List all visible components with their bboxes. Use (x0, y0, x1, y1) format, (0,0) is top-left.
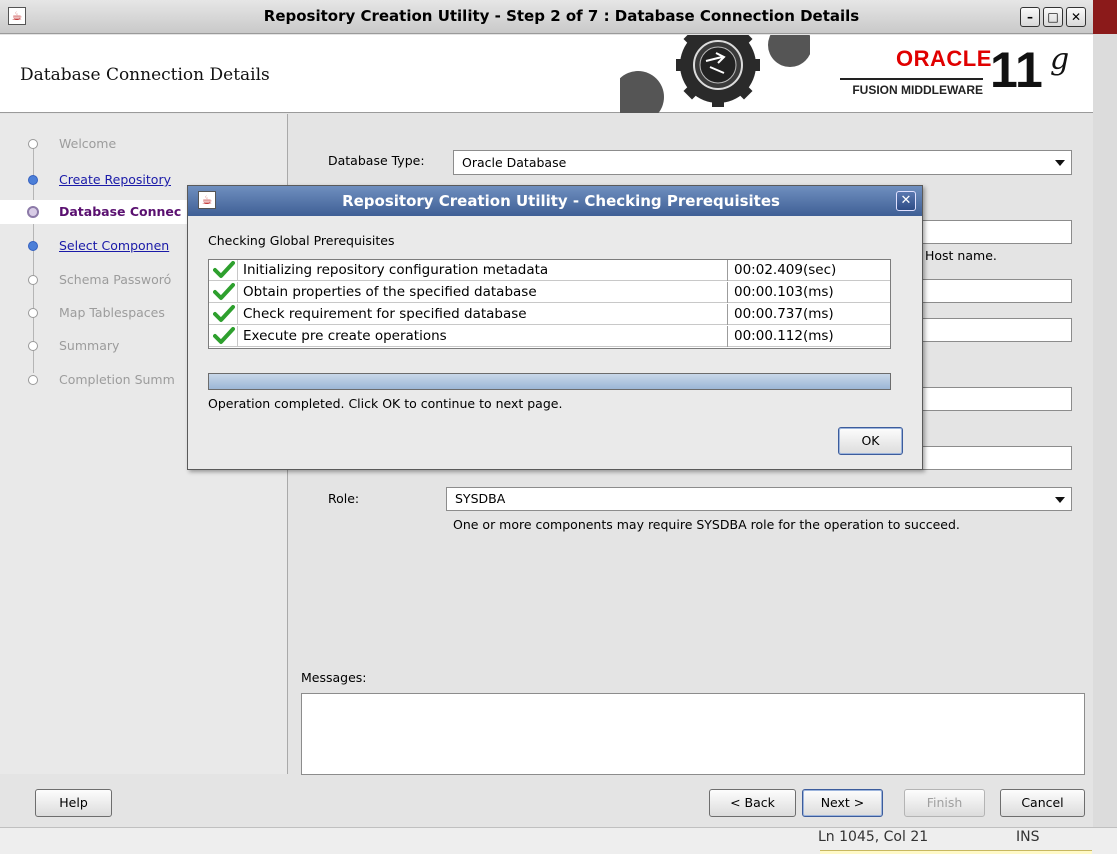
messages-area[interactable] (301, 693, 1085, 775)
nav-step-welcome[interactable]: Welcome (0, 132, 288, 156)
version-suffix: g (1050, 42, 1070, 77)
dialog-close-button[interactable]: ✕ (896, 191, 916, 211)
window-titlebar[interactable]: ☕ Repository Creation Utility - Step 2 o… (0, 0, 1093, 34)
oracle-fusion-logo: ORACLE FUSION MIDDLEWARE 11 g (840, 42, 1075, 107)
step-status-icon (28, 341, 38, 351)
column-divider (237, 304, 238, 325)
host-hint-text: Host name. (925, 248, 997, 263)
page-title: Database Connection Details (20, 65, 270, 85)
help-button[interactable]: Help (35, 789, 112, 817)
prerequisites-table: Initializing repository configuration me… (208, 259, 891, 349)
fusion-middleware-text: FUSION MIDDLEWARE (840, 78, 983, 97)
tooltip-strip (820, 850, 1092, 854)
next-button[interactable]: Next > (802, 789, 883, 817)
maximize-button[interactable]: □ (1043, 7, 1063, 27)
cursor-position: Ln 1045, Col 21 (818, 829, 929, 845)
step-status-icon (28, 308, 38, 318)
nav-step-label: Welcome (59, 136, 117, 151)
step-status-icon (28, 241, 38, 251)
database-type-dropdown[interactable]: Oracle Database (453, 150, 1072, 175)
table-row[interactable]: Obtain properties of the specified datab… (209, 282, 890, 303)
chevron-down-icon (1055, 497, 1065, 503)
dialog-title: Repository Creation Utility - Checking P… (342, 192, 780, 210)
password-field[interactable] (920, 446, 1072, 470)
table-row[interactable]: Execute pre create operations 00:00.112(… (209, 326, 890, 347)
finish-button[interactable]: Finish (904, 789, 985, 817)
operation-status-text: Operation completed. Click OK to continu… (208, 396, 563, 411)
step-status-icon (28, 139, 38, 149)
background-window-strip (1093, 0, 1117, 854)
task-name: Obtain properties of the specified datab… (243, 284, 537, 300)
host-field[interactable] (920, 220, 1072, 244)
chevron-down-icon (1055, 160, 1065, 166)
table-row[interactable]: Initializing repository configuration me… (209, 260, 890, 281)
nav-step-label: Summary (59, 338, 120, 353)
column-divider (237, 260, 238, 281)
column-divider (727, 304, 728, 325)
ok-button[interactable]: OK (838, 427, 903, 455)
check-icon (213, 261, 235, 278)
nav-step-label: Schema Passworó (59, 272, 172, 287)
check-icon (213, 283, 235, 300)
java-app-icon: ☕ (198, 191, 216, 209)
check-icon (213, 305, 235, 322)
dialog-titlebar[interactable]: ☕ Repository Creation Utility - Checking… (188, 186, 922, 216)
table-row[interactable]: Check requirement for specified database… (209, 304, 890, 325)
role-value: SYSDBA (455, 491, 506, 506)
messages-label: Messages: (301, 670, 367, 685)
step-status-icon (28, 375, 38, 385)
column-divider (237, 282, 238, 303)
nav-step-label: Create Repository (59, 172, 171, 187)
nav-step-label: Database Connec (59, 204, 182, 219)
column-divider (727, 326, 728, 347)
task-time: 00:02.409(sec) (734, 262, 837, 278)
column-divider (237, 326, 238, 347)
minimize-button[interactable]: – (1020, 7, 1040, 27)
column-divider (727, 260, 728, 281)
database-type-label: Database Type: (328, 153, 425, 168)
check-icon (213, 327, 235, 344)
service-name-field[interactable] (920, 318, 1072, 342)
role-hint-text: One or more components may require SYSDB… (453, 517, 960, 532)
task-name: Initializing repository configuration me… (243, 262, 549, 278)
prerequisites-section-label: Checking Global Prerequisites (208, 233, 395, 248)
task-name: Execute pre create operations (243, 328, 447, 344)
oracle-wordmark: ORACLE (896, 46, 992, 71)
progress-bar (208, 373, 891, 390)
task-time: 00:00.103(ms) (734, 284, 834, 300)
column-divider (727, 282, 728, 303)
back-button[interactable]: < Back (709, 789, 796, 817)
window-title: Repository Creation Utility - Step 2 of … (263, 7, 860, 25)
current-step-icon (27, 206, 39, 218)
close-button[interactable]: ✕ (1066, 7, 1086, 27)
step-status-icon (28, 275, 38, 285)
nav-step-label: Completion Summ (59, 372, 175, 387)
progress-bar-fill (209, 374, 890, 389)
database-type-value: Oracle Database (462, 155, 567, 170)
task-time: 00:00.112(ms) (734, 328, 834, 344)
role-dropdown[interactable]: SYSDBA (446, 487, 1072, 511)
username-field[interactable] (920, 387, 1072, 411)
background-window-strip-top (1093, 0, 1117, 34)
insert-mode-indicator: INS (1016, 829, 1040, 845)
step-status-icon (28, 175, 38, 185)
gears-graphic-icon (620, 35, 810, 113)
cancel-button[interactable]: Cancel (1000, 789, 1085, 817)
role-label: Role: (328, 491, 360, 506)
task-name: Check requirement for specified database (243, 306, 527, 322)
version-number: 11 (990, 42, 1043, 98)
task-time: 00:00.737(ms) (734, 306, 834, 322)
port-field[interactable] (920, 279, 1072, 303)
nav-step-label: Map Tablespaces (59, 305, 165, 320)
prerequisites-dialog: ☕ Repository Creation Utility - Checking… (187, 185, 923, 470)
nav-step-label: Select Componen (59, 238, 170, 253)
